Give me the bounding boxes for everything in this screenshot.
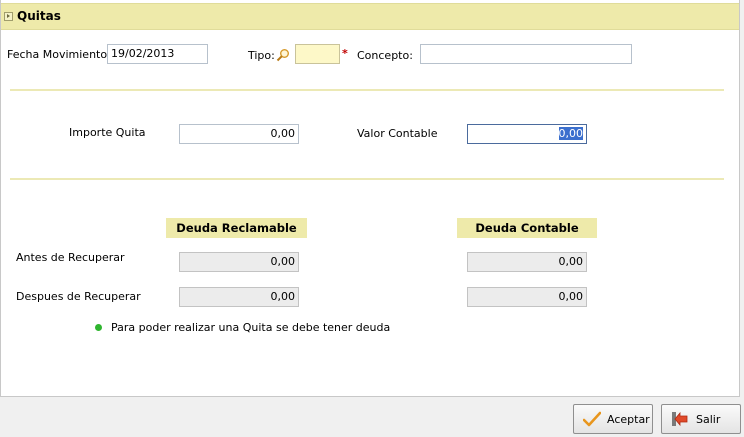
despues-reclamable-field: 0,00 bbox=[179, 287, 299, 307]
antes-recuperar-label: Antes de Recuperar bbox=[16, 251, 125, 264]
despues-contable-field: 0,00 bbox=[467, 287, 587, 307]
separator-top bbox=[10, 89, 724, 91]
info-message: Para poder realizar una Quita se debe te… bbox=[111, 321, 391, 334]
valor-contable-input[interactable]: 0,00 bbox=[467, 124, 587, 144]
valor-contable-label: Valor Contable bbox=[357, 127, 438, 140]
concepto-input[interactable] bbox=[420, 44, 632, 64]
despues-recuperar-label: Despues de Recuperar bbox=[16, 290, 141, 303]
search-icon[interactable] bbox=[276, 48, 290, 62]
antes-contable-field: 0,00 bbox=[467, 252, 587, 272]
antes-reclamable-field: 0,00 bbox=[179, 252, 299, 272]
importe-quita-input[interactable]: 0,00 bbox=[179, 124, 299, 144]
deuda-contable-header: Deuda Contable bbox=[457, 218, 597, 238]
tipo-label: Tipo: bbox=[248, 49, 275, 62]
quitas-panel: Quitas Fecha Movimiento: 19/02/2013 Tipo… bbox=[0, 0, 740, 397]
checkmark-icon bbox=[582, 411, 602, 430]
separator-middle bbox=[10, 178, 724, 180]
fecha-movimiento-label: Fecha Movimiento: bbox=[7, 48, 111, 61]
concepto-label: Concepto: bbox=[357, 49, 413, 62]
panel-header: Quitas bbox=[1, 3, 739, 30]
info-dot-icon bbox=[95, 324, 102, 331]
salir-label: Salir bbox=[696, 413, 721, 426]
importe-quita-label: Importe Quita bbox=[69, 126, 146, 139]
exit-door-icon bbox=[671, 411, 689, 430]
aceptar-button[interactable]: Aceptar bbox=[573, 404, 653, 434]
salir-button[interactable]: Salir bbox=[661, 404, 741, 434]
required-indicator: * bbox=[342, 47, 348, 60]
expand-icon[interactable] bbox=[4, 12, 13, 21]
fecha-movimiento-input[interactable]: 19/02/2013 bbox=[107, 44, 208, 64]
panel-title: Quitas bbox=[17, 9, 61, 23]
aceptar-label: Aceptar bbox=[607, 413, 650, 426]
tipo-input[interactable] bbox=[295, 44, 340, 64]
deuda-reclamable-header: Deuda Reclamable bbox=[166, 218, 307, 238]
